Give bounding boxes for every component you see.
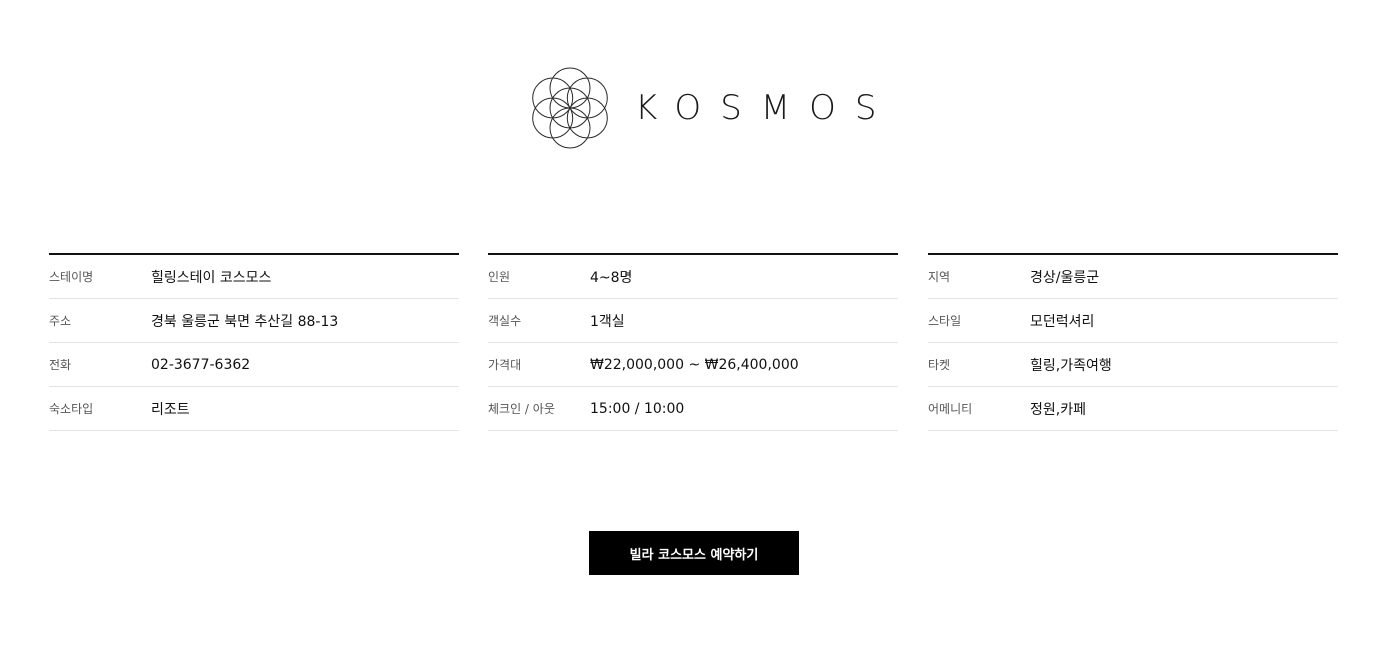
brand-logo[interactable]: KOSMOS bbox=[529, 64, 895, 152]
info-value: 힐링,가족여행 bbox=[1030, 357, 1112, 374]
info-label: 전화 bbox=[49, 358, 72, 372]
info-value: 경상/울릉군 bbox=[1030, 269, 1100, 286]
flower-of-life-icon bbox=[532, 67, 608, 149]
reserve-button[interactable]: 빌라 코스모스 예약하기 bbox=[589, 531, 799, 575]
info-label: 주소 bbox=[49, 314, 72, 328]
info-label: 지역 bbox=[928, 270, 951, 284]
info-value: 1객실 bbox=[590, 313, 625, 330]
info-value: 02-3677-6362 bbox=[151, 356, 251, 373]
info-row-region: 지역 경상/울릉군 bbox=[928, 255, 1338, 299]
info-row-stay-name: 스테이명 힐링스테이 코스모스 bbox=[49, 255, 459, 299]
info-row-price-range: 가격대 ₩22,000,000 ~ ₩26,400,000 bbox=[488, 343, 898, 387]
info-label: 스테이명 bbox=[49, 270, 94, 284]
info-row-guests: 인원 4~8명 bbox=[488, 255, 898, 299]
info-row-target: 타켓 힐링,가족여행 bbox=[928, 343, 1338, 387]
info-value: 모던럭셔리 bbox=[1030, 313, 1095, 330]
info-value: 경북 울릉군 북면 추산길 88-13 bbox=[151, 313, 339, 330]
info-label: 인원 bbox=[488, 270, 511, 284]
info-label: 숙소타입 bbox=[49, 402, 94, 416]
info-row-address: 주소 경북 울릉군 북면 추산길 88-13 bbox=[49, 299, 459, 343]
info-value: ₩22,000,000 ~ ₩26,400,000 bbox=[590, 356, 799, 373]
info-label: 가격대 bbox=[488, 358, 522, 372]
stay-info-table: 스테이명 힐링스테이 코스모스 주소 경북 울릉군 북면 추산길 88-13 전… bbox=[49, 253, 459, 431]
info-row-check-in-out: 체크인 / 아웃 15:00 / 10:00 bbox=[488, 387, 898, 431]
info-row-amenities: 어메니티 정원,카페 bbox=[928, 387, 1338, 431]
info-row-style: 스타일 모던럭셔리 bbox=[928, 299, 1338, 343]
info-value: 15:00 / 10:00 bbox=[590, 400, 685, 417]
info-label: 스타일 bbox=[928, 314, 962, 328]
info-value: 힐링스테이 코스모스 bbox=[151, 269, 272, 286]
info-label: 어메니티 bbox=[928, 402, 973, 416]
info-label: 객실수 bbox=[488, 314, 522, 328]
feature-info-table: 지역 경상/울릉군 스타일 모던럭셔리 타켓 힐링,가족여행 어메니티 정원,카… bbox=[928, 253, 1338, 431]
info-row-phone: 전화 02-3677-6362 bbox=[49, 343, 459, 387]
info-row-room-count: 객실수 1객실 bbox=[488, 299, 898, 343]
info-label: 타켓 bbox=[928, 358, 951, 372]
info-label: 체크인 / 아웃 bbox=[488, 402, 555, 416]
info-row-accommodation-type: 숙소타입 리조트 bbox=[49, 387, 459, 431]
room-info-table: 인원 4~8명 객실수 1객실 가격대 ₩22,000,000 ~ ₩26,40… bbox=[488, 253, 898, 431]
info-value: 리조트 bbox=[151, 401, 190, 418]
brand-name: KOSMOS bbox=[635, 88, 896, 128]
info-value: 4~8명 bbox=[590, 269, 633, 286]
info-value: 정원,카페 bbox=[1030, 401, 1086, 418]
